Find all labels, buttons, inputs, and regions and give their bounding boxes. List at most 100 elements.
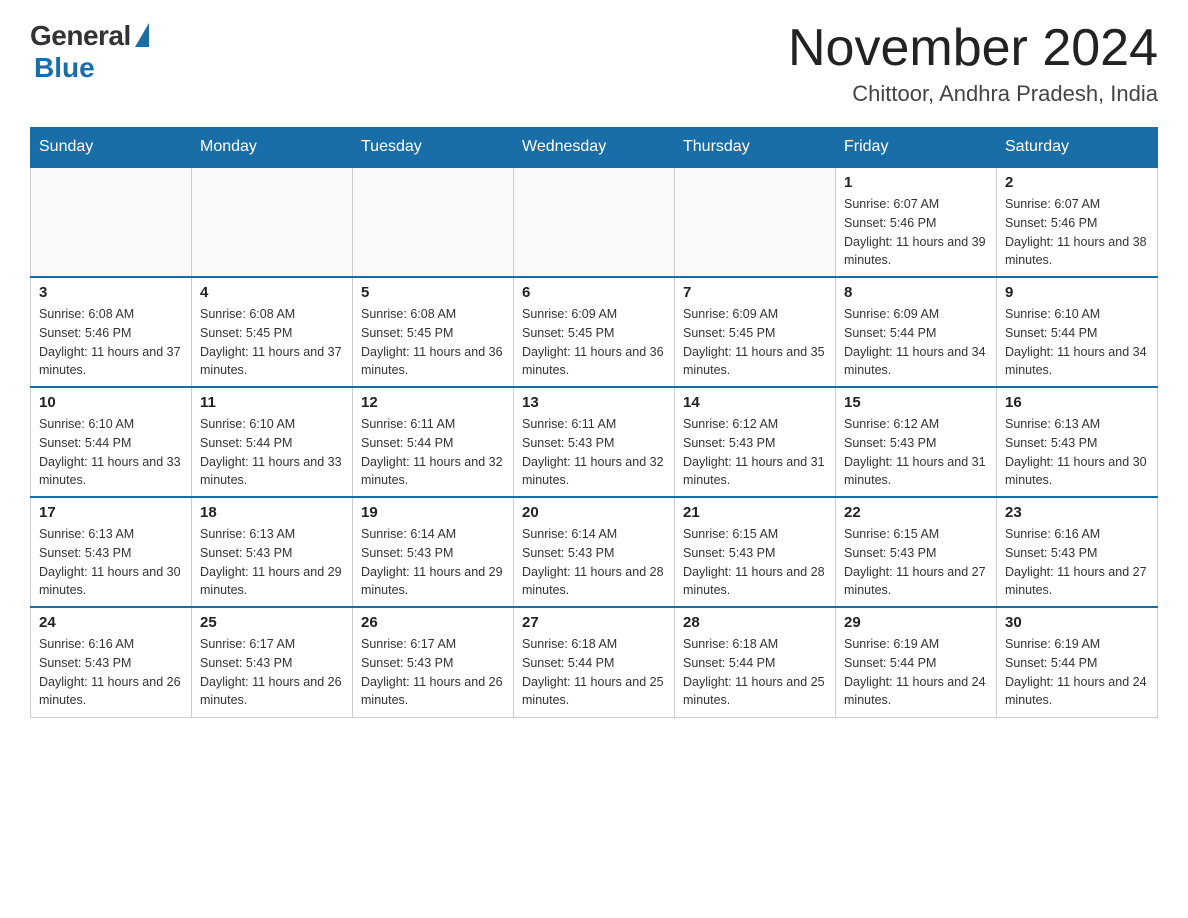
calendar-week-row: 3 Sunrise: 6:08 AMSunset: 5:46 PMDaylight… [31, 277, 1158, 387]
calendar-cell: 14 Sunrise: 6:12 AMSunset: 5:43 PMDayligh… [675, 387, 836, 497]
calendar-day-header: Saturday [997, 128, 1158, 168]
day-info: Sunrise: 6:09 AMSunset: 5:44 PMDaylight:… [844, 305, 988, 380]
calendar-cell: 2 Sunrise: 6:07 AMSunset: 5:46 PMDaylight… [997, 167, 1158, 277]
day-number: 28 [683, 614, 827, 631]
day-number: 5 [361, 284, 505, 301]
calendar-cell: 26 Sunrise: 6:17 AMSunset: 5:43 PMDayligh… [353, 607, 514, 717]
day-number: 20 [522, 504, 666, 521]
day-info: Sunrise: 6:13 AMSunset: 5:43 PMDaylight:… [39, 525, 183, 600]
day-info: Sunrise: 6:17 AMSunset: 5:43 PMDaylight:… [200, 635, 344, 710]
day-info: Sunrise: 6:14 AMSunset: 5:43 PMDaylight:… [522, 525, 666, 600]
day-number: 23 [1005, 504, 1149, 521]
day-number: 13 [522, 394, 666, 411]
day-number: 9 [1005, 284, 1149, 301]
day-info: Sunrise: 6:12 AMSunset: 5:43 PMDaylight:… [683, 415, 827, 490]
day-number: 6 [522, 284, 666, 301]
day-number: 22 [844, 504, 988, 521]
calendar-cell: 4Sunrise: 6:08 AMSunset: 5:45 PMDaylight… [192, 277, 353, 387]
day-info: Sunrise: 6:19 AMSunset: 5:44 PMDaylight:… [1005, 635, 1149, 710]
day-info: Sunrise: 6:10 AMSunset: 5:44 PMDaylight:… [200, 415, 344, 490]
calendar-cell: 29Sunrise: 6:19 AMSunset: 5:44 PMDayligh… [836, 607, 997, 717]
day-number: 8 [844, 284, 988, 301]
calendar-week-row: 24Sunrise: 6:16 AMSunset: 5:43 PMDayligh… [31, 607, 1158, 717]
calendar-week-row: 10 Sunrise: 6:10 AMSunset: 5:44 PMDayligh… [31, 387, 1158, 497]
day-number: 12 [361, 394, 505, 411]
day-info: Sunrise: 6:09 AMSunset: 5:45 PMDaylight:… [683, 305, 827, 380]
day-info: Sunrise: 6:18 AMSunset: 5:44 PMDaylight:… [683, 635, 827, 710]
day-number: 18 [200, 504, 344, 521]
day-number: 29 [844, 614, 988, 631]
calendar-cell: 15 Sunrise: 6:12 AMSunset: 5:43 PMDayligh… [836, 387, 997, 497]
day-info: Sunrise: 6:13 AMSunset: 5:43 PMDaylight:… [200, 525, 344, 600]
calendar-table: SundayMondayTuesdayWednesdayThursdayFrid… [30, 127, 1158, 718]
calendar-cell: 27 Sunrise: 6:18 AMSunset: 5:44 PMDayligh… [514, 607, 675, 717]
calendar-cell: 22 Sunrise: 6:15 AMSunset: 5:43 PMDayligh… [836, 497, 997, 607]
calendar-cell: 9 Sunrise: 6:10 AMSunset: 5:44 PMDaylight… [997, 277, 1158, 387]
day-number: 21 [683, 504, 827, 521]
calendar-cell: 11 Sunrise: 6:10 AMSunset: 5:44 PMDayligh… [192, 387, 353, 497]
day-info: Sunrise: 6:09 AMSunset: 5:45 PMDaylight:… [522, 305, 666, 380]
calendar-day-header: Wednesday [514, 128, 675, 168]
page-header: General Blue November 2024 Chittoor, And… [30, 20, 1158, 107]
day-number: 11 [200, 394, 344, 411]
month-title: November 2024 [788, 20, 1158, 77]
calendar-cell: 16Sunrise: 6:13 AMSunset: 5:43 PMDayligh… [997, 387, 1158, 497]
day-info: Sunrise: 6:14 AMSunset: 5:43 PMDaylight:… [361, 525, 505, 600]
logo-blue-text: Blue [34, 52, 95, 84]
day-number: 30 [1005, 614, 1149, 631]
title-area: November 2024 Chittoor, Andhra Pradesh, … [788, 20, 1158, 107]
day-info: Sunrise: 6:08 AMSunset: 5:46 PMDaylight:… [39, 305, 183, 380]
day-number: 26 [361, 614, 505, 631]
day-info: Sunrise: 6:10 AMSunset: 5:44 PMDaylight:… [39, 415, 183, 490]
logo: General Blue [30, 20, 149, 84]
location-subtitle: Chittoor, Andhra Pradesh, India [788, 81, 1158, 107]
day-number: 14 [683, 394, 827, 411]
day-info: Sunrise: 6:16 AMSunset: 5:43 PMDaylight:… [39, 635, 183, 710]
calendar-cell [31, 167, 192, 277]
day-info: Sunrise: 6:07 AMSunset: 5:46 PMDaylight:… [1005, 195, 1149, 270]
day-number: 2 [1005, 174, 1149, 191]
calendar-cell: 13 Sunrise: 6:11 AMSunset: 5:43 PMDayligh… [514, 387, 675, 497]
day-number: 10 [39, 394, 183, 411]
day-number: 25 [200, 614, 344, 631]
day-info: Sunrise: 6:08 AMSunset: 5:45 PMDaylight:… [361, 305, 505, 380]
calendar-cell: 19 Sunrise: 6:14 AMSunset: 5:43 PMDayligh… [353, 497, 514, 607]
calendar-cell: 10 Sunrise: 6:10 AMSunset: 5:44 PMDayligh… [31, 387, 192, 497]
calendar-cell: 20 Sunrise: 6:14 AMSunset: 5:43 PMDayligh… [514, 497, 675, 607]
calendar-cell: 6 Sunrise: 6:09 AMSunset: 5:45 PMDaylight… [514, 277, 675, 387]
day-info: Sunrise: 6:10 AMSunset: 5:44 PMDaylight:… [1005, 305, 1149, 380]
calendar-cell: 12Sunrise: 6:11 AMSunset: 5:44 PMDayligh… [353, 387, 514, 497]
day-info: Sunrise: 6:12 AMSunset: 5:43 PMDaylight:… [844, 415, 988, 490]
day-number: 16 [1005, 394, 1149, 411]
day-info: Sunrise: 6:15 AMSunset: 5:43 PMDaylight:… [683, 525, 827, 600]
calendar-cell [192, 167, 353, 277]
calendar-cell [514, 167, 675, 277]
calendar-cell: 30 Sunrise: 6:19 AMSunset: 5:44 PMDayligh… [997, 607, 1158, 717]
day-info: Sunrise: 6:11 AMSunset: 5:43 PMDaylight:… [522, 415, 666, 490]
calendar-cell: 7 Sunrise: 6:09 AMSunset: 5:45 PMDaylight… [675, 277, 836, 387]
calendar-cell [353, 167, 514, 277]
calendar-cell: 3 Sunrise: 6:08 AMSunset: 5:46 PMDaylight… [31, 277, 192, 387]
day-info: Sunrise: 6:18 AMSunset: 5:44 PMDaylight:… [522, 635, 666, 710]
calendar-day-header: Sunday [31, 128, 192, 168]
day-number: 17 [39, 504, 183, 521]
calendar-header-row: SundayMondayTuesdayWednesdayThursdayFrid… [31, 128, 1158, 168]
logo-triangle-icon [135, 23, 149, 47]
day-number: 19 [361, 504, 505, 521]
calendar-cell [675, 167, 836, 277]
day-info: Sunrise: 6:17 AMSunset: 5:43 PMDaylight:… [361, 635, 505, 710]
calendar-day-header: Tuesday [353, 128, 514, 168]
day-number: 1 [844, 174, 988, 191]
day-number: 15 [844, 394, 988, 411]
calendar-cell: 28 Sunrise: 6:18 AMSunset: 5:44 PMDayligh… [675, 607, 836, 717]
day-number: 7 [683, 284, 827, 301]
calendar-cell: 5 Sunrise: 6:08 AMSunset: 5:45 PMDaylight… [353, 277, 514, 387]
calendar-week-row: 17 Sunrise: 6:13 AMSunset: 5:43 PMDayligh… [31, 497, 1158, 607]
day-number: 4 [200, 284, 344, 301]
day-number: 3 [39, 284, 183, 301]
calendar-cell: 1Sunrise: 6:07 AMSunset: 5:46 PMDaylight… [836, 167, 997, 277]
day-info: Sunrise: 6:15 AMSunset: 5:43 PMDaylight:… [844, 525, 988, 600]
calendar-day-header: Monday [192, 128, 353, 168]
calendar-cell: 17 Sunrise: 6:13 AMSunset: 5:43 PMDayligh… [31, 497, 192, 607]
day-number: 27 [522, 614, 666, 631]
